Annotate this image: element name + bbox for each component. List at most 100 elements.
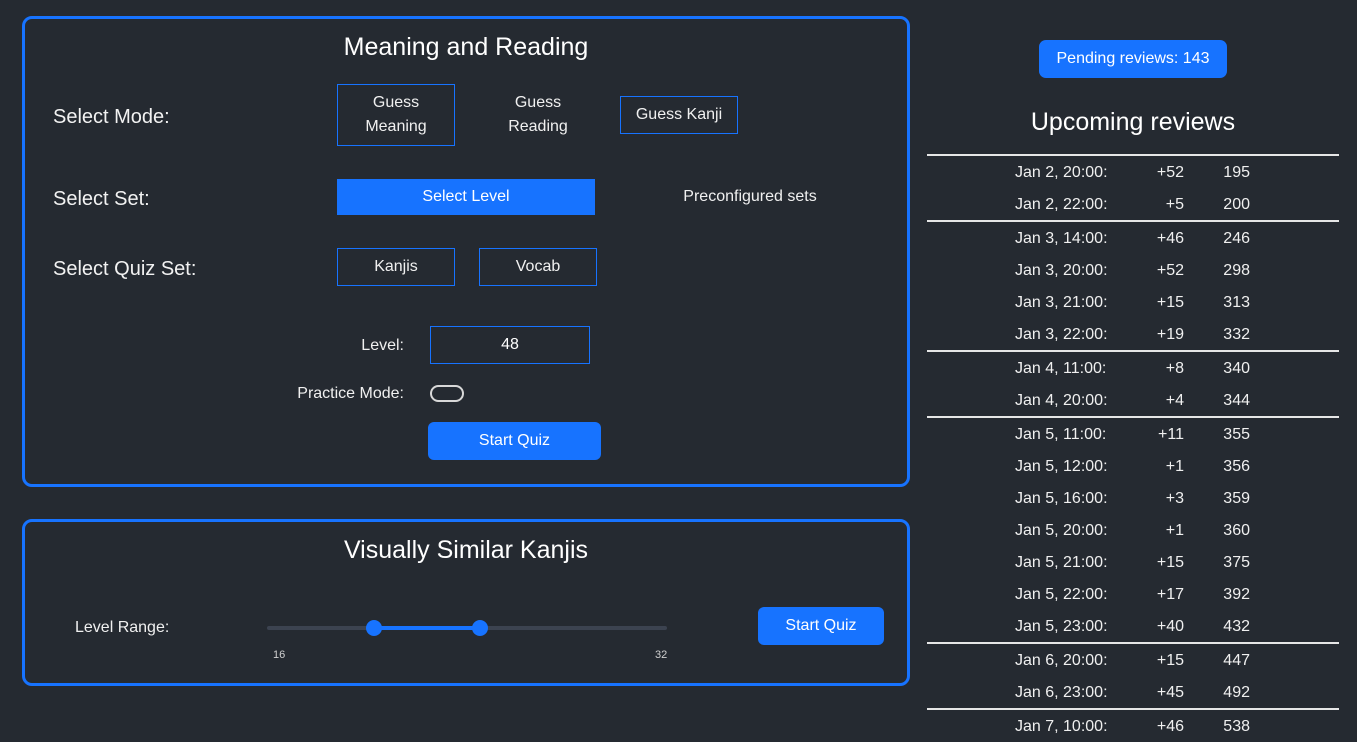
review-total: 360 (1223, 522, 1250, 539)
select-level-button[interactable]: Select Level (337, 179, 595, 215)
review-row: Jan 6, 20:00: +15 447 (927, 644, 1339, 676)
quiz-set-kanjis-button[interactable]: Kanjis (337, 248, 455, 286)
upcoming-reviews-list: Jan 2, 20:00: +52 195 Jan 2, 22:00: +5 200 Jan… (927, 154, 1339, 742)
review-time: Jan 2, 20:00: (1015, 164, 1108, 181)
review-time: Jan 3, 22:00: (1015, 326, 1108, 343)
review-row: Jan 2, 22:00: +5 200 (927, 188, 1339, 220)
review-group: Jan 6, 20:00: +15 447 Jan 6, 23:00: +45 492 (927, 642, 1339, 708)
meaning-reading-card: Meaning and Reading Select Mode: Guess M… (22, 16, 910, 487)
review-total: 200 (1223, 196, 1250, 213)
review-total: 332 (1223, 326, 1250, 343)
review-total: 344 (1223, 392, 1250, 409)
level-range-slider[interactable] (267, 620, 667, 636)
practice-mode-toggle[interactable] (430, 385, 464, 402)
review-group: Jan 3, 14:00: +46 246 Jan 3, 20:00: +52 298 Ja… (927, 220, 1339, 350)
review-time: Jan 3, 20:00: (1015, 262, 1108, 279)
select-quiz-set-label: Select Quiz Set: (53, 258, 197, 280)
review-total: 392 (1223, 586, 1250, 603)
select-mode-label: Select Mode: (53, 106, 170, 128)
level-input[interactable] (430, 326, 590, 364)
review-delta: +15 (1156, 294, 1184, 311)
review-delta: +45 (1156, 684, 1184, 701)
mode-guess-kanji-button[interactable]: Guess Kanji (620, 96, 738, 134)
review-row: Jan 2, 20:00: +52 195 (927, 156, 1339, 188)
upcoming-reviews-title: Upcoming reviews (1030, 108, 1236, 136)
card-title: Meaning and Reading (343, 33, 589, 61)
review-time: Jan 5, 22:00: (1015, 586, 1108, 603)
review-delta: +52 (1156, 262, 1184, 279)
review-row: Jan 5, 12:00: +1 356 (927, 450, 1339, 482)
review-delta: +3 (1165, 490, 1184, 507)
mode-guess-meaning-button[interactable]: Guess Meaning (337, 84, 455, 146)
mode-guess-reading-button[interactable]: Guess Reading (479, 84, 597, 146)
pending-reviews-badge[interactable]: Pending reviews: 143 (1039, 40, 1227, 78)
review-time: Jan 3, 14:00: (1015, 230, 1108, 247)
review-delta: +15 (1156, 652, 1184, 669)
review-delta: +46 (1156, 718, 1184, 735)
review-total: 492 (1223, 684, 1250, 701)
similar-start-quiz-button[interactable]: Start Quiz (758, 607, 884, 645)
review-total: 356 (1223, 458, 1250, 475)
review-total: 538 (1223, 718, 1250, 735)
review-total: 195 (1223, 164, 1250, 181)
review-row: Jan 3, 20:00: +52 298 (927, 254, 1339, 286)
select-set-label: Select Set: (53, 188, 150, 210)
review-row: Jan 5, 23:00: +40 432 (927, 610, 1339, 642)
review-total: 246 (1223, 230, 1250, 247)
review-row: Jan 5, 11:00: +11 355 (927, 418, 1339, 450)
review-delta: +5 (1165, 196, 1184, 213)
review-row: Jan 4, 20:00: +4 344 (927, 384, 1339, 416)
review-time: Jan 4, 20:00: (1015, 392, 1108, 409)
review-time: Jan 3, 21:00: (1015, 294, 1108, 311)
review-time: Jan 2, 22:00: (1015, 196, 1108, 213)
similar-kanjis-card: Visually Similar Kanjis Level Range: Sta… (22, 519, 910, 686)
review-row: Jan 5, 20:00: +1 360 (927, 514, 1339, 546)
review-total: 355 (1223, 426, 1250, 443)
review-time: Jan 6, 23:00: (1015, 684, 1108, 701)
review-row: Jan 5, 21:00: +15 375 (927, 546, 1339, 578)
preconfigured-sets-button[interactable]: Preconfigured sets (665, 179, 835, 215)
review-delta: +8 (1165, 360, 1184, 377)
review-delta: +19 (1156, 326, 1184, 343)
review-total: 375 (1223, 554, 1250, 571)
review-row: Jan 5, 22:00: +17 392 (927, 578, 1339, 610)
review-delta: +1 (1165, 522, 1184, 539)
review-row: Jan 3, 14:00: +46 246 (927, 222, 1339, 254)
review-time: Jan 5, 21:00: (1015, 554, 1108, 571)
level-label: Level: (361, 337, 404, 354)
review-total: 298 (1223, 262, 1250, 279)
review-group: Jan 2, 20:00: +52 195 Jan 2, 22:00: +5 200 (927, 154, 1339, 220)
review-total: 447 (1223, 652, 1250, 669)
review-row: Jan 6, 23:00: +45 492 (927, 676, 1339, 708)
slider-selected-range (373, 626, 481, 630)
review-row: Jan 3, 22:00: +19 332 (927, 318, 1339, 350)
review-time: Jan 7, 10:00: (1015, 718, 1108, 735)
review-group: Jan 4, 11:00: +8 340 Jan 4, 20:00: +4 344 (927, 350, 1339, 416)
review-delta: +17 (1156, 586, 1184, 603)
review-group: Jan 5, 11:00: +11 355 Jan 5, 12:00: +1 356 Jan… (927, 416, 1339, 642)
review-total: 340 (1223, 360, 1250, 377)
practice-mode-label: Practice Mode: (297, 385, 404, 402)
quiz-set-vocab-button[interactable]: Vocab (479, 248, 597, 286)
level-range-label: Level Range: (75, 619, 170, 636)
review-time: Jan 6, 20:00: (1015, 652, 1108, 669)
review-delta: +1 (1165, 458, 1184, 475)
review-delta: +46 (1156, 230, 1184, 247)
slider-max-tick-label: 32 (655, 649, 668, 661)
review-row: Jan 7, 10:00: +46 538 (927, 710, 1339, 742)
start-quiz-button[interactable]: Start Quiz (428, 422, 601, 460)
review-total: 359 (1223, 490, 1250, 507)
slider-min-tick-label: 16 (273, 649, 286, 661)
review-delta: +52 (1156, 164, 1184, 181)
review-time: Jan 5, 23:00: (1015, 618, 1108, 635)
review-row: Jan 3, 21:00: +15 313 (927, 286, 1339, 318)
review-time: Jan 5, 16:00: (1015, 490, 1108, 507)
review-time: Jan 5, 12:00: (1015, 458, 1108, 475)
review-delta: +11 (1158, 426, 1184, 443)
slider-min-thumb[interactable] (365, 620, 382, 636)
review-total: 432 (1223, 618, 1250, 635)
review-delta: +15 (1156, 554, 1184, 571)
review-time: Jan 5, 11:00: (1015, 426, 1107, 443)
review-total: 313 (1223, 294, 1250, 311)
review-time: Jan 5, 20:00: (1015, 522, 1108, 539)
